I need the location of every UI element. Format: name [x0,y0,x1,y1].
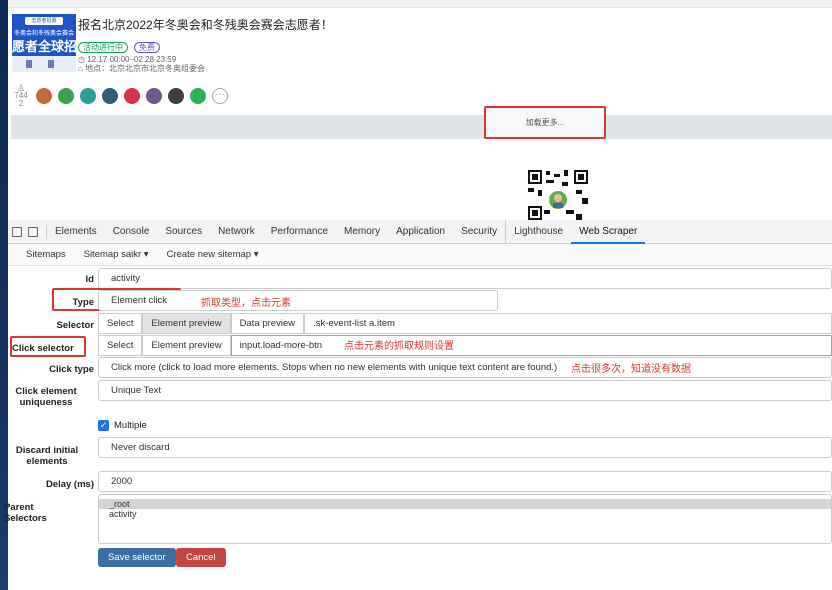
discard-label-line2: elements [26,456,68,467]
click-selector-select-button[interactable]: Select [98,335,143,356]
inspect-element-icon[interactable] [12,226,22,237]
uniqueness-select[interactable]: Unique Text [98,380,832,401]
selector-element-preview-button[interactable]: Element preview [142,313,231,334]
tab-web-scraper[interactable]: Web Scraper [571,220,646,244]
nav-create-sitemap[interactable]: Create new sitemap ▾ [167,249,259,260]
click-type-select[interactable]: Click more (click to load more elements.… [98,357,832,378]
discard-select[interactable]: Never discard [98,437,832,458]
click-selector-controls: Select Element preview input.load-more-b… [98,335,832,356]
participant-count: ♙ 744 2 [12,84,30,108]
click-selector-element-preview-button[interactable]: Element preview [142,335,231,356]
click-type-annotation: 点击很多次，知道没有数据 [571,360,691,375]
tab-sources[interactable]: Sources [157,220,210,244]
load-more-bar [11,115,832,139]
click-type-label: Click type [49,364,94,375]
selector-controls: Select Element preview Data preview .sk-… [98,313,832,334]
avatar[interactable] [80,88,96,104]
tab-network[interactable]: Network [210,220,263,244]
avatar[interactable] [36,88,52,104]
avatar[interactable] [168,88,184,104]
tab-lighthouse[interactable]: Lighthouse [505,219,571,244]
nav-sitemap-saikr[interactable]: Sitemap saikr ▾ [84,249,149,260]
type-annotation: 抓取类型，点击元素 [201,298,291,309]
tab-memory[interactable]: Memory [336,220,388,244]
click-selector-label: Click selector [12,343,74,354]
parent-option-activity[interactable]: activity [99,509,831,519]
uniqueness-label-line2: uniqueness [19,397,73,408]
qr-code-icon [518,166,598,222]
uniqueness-label-line1: Click element [15,386,77,397]
sitemap-nav: Sitemaps Sitemap saikr ▾ Create new site… [8,244,832,266]
participant-count-bottom: 2 [18,99,24,108]
avatar[interactable] [102,88,118,104]
tab-application[interactable]: Application [388,220,453,244]
parent-selectors-list[interactable]: _root activity [98,494,832,544]
cancel-button[interactable]: Cancel [176,548,226,567]
id-label: Id [85,274,94,285]
more-participants-icon[interactable]: ··· [212,88,228,104]
multiple-label: Multiple [114,420,147,431]
save-selector-button[interactable]: Save selector [98,548,176,567]
load-more-button[interactable]: 加载更多... [484,106,606,139]
thumbnail-ribbon: 志愿者招募 [25,17,63,25]
delay-label: Delay (ms) [45,479,94,490]
id-field[interactable]: activity [98,268,832,289]
event-thumbnail[interactable]: 志愿者招募 冬奥会和冬残奥会赛会 愿者全球招 [12,14,76,72]
avatar[interactable] [58,88,74,104]
type-label: Type [72,297,94,308]
discard-label-line1: Discard initial [15,445,79,456]
event-badges: 活动进行中 免费 [78,42,160,53]
event-location: ⌂ 地点：北京北京市北京冬奥组委会 [78,64,206,73]
status-badge: 活动进行中 [78,42,128,53]
participants-row: ♙ 744 2 ··· [12,84,228,108]
click-selector-annotation: 点击元素的抓取规则设置 [344,341,454,352]
parent-selectors-label: Parent Selectors [4,502,47,524]
multiple-checkbox[interactable]: ✓ [98,420,109,431]
webpage-viewport: 志愿者招募 冬奥会和冬残奥会赛会 愿者全球招 报名北京2022年冬奥会和冬残奥会… [8,0,832,222]
uniqueness-label: Click element uniqueness [8,386,84,408]
event-title-link[interactable]: 报名北京2022年冬奥会和冬残奥会赛会志愿者！ [78,16,333,33]
tab-security[interactable]: Security [453,220,505,244]
discard-label: Discard initial elements [8,445,86,467]
selector-input[interactable]: .sk-event-list a.item [304,313,832,334]
thumbnail-figures [12,56,76,72]
nav-sitemaps[interactable]: Sitemaps [26,249,66,260]
avatar[interactable] [146,88,162,104]
type-select[interactable]: Element click [98,290,498,311]
devtools-tab-bar: Elements Console Sources Network Perform… [8,219,832,244]
delay-input[interactable]: 2000 [98,471,832,492]
tab-console[interactable]: Console [105,220,158,244]
page-top-bar [8,0,832,8]
avatar[interactable] [190,88,206,104]
devtools-panel: Elements Console Sources Network Perform… [4,219,832,590]
parent-option-root[interactable]: _root [99,499,831,509]
tab-elements[interactable]: Elements [47,220,105,244]
click-selector-input[interactable]: input.load-more-btn [230,335,832,356]
free-badge: 免费 [134,42,160,53]
devtools-toolbar-icons [8,224,47,239]
thumbnail-headline: 愿者全球招 [12,39,76,54]
device-toggle-icon[interactable] [28,226,38,237]
selector-data-preview-button[interactable]: Data preview [230,313,305,334]
selector-select-button[interactable]: Select [98,313,143,334]
tab-performance[interactable]: Performance [263,220,336,244]
avatar[interactable] [124,88,140,104]
selector-label: Selector [56,320,95,331]
